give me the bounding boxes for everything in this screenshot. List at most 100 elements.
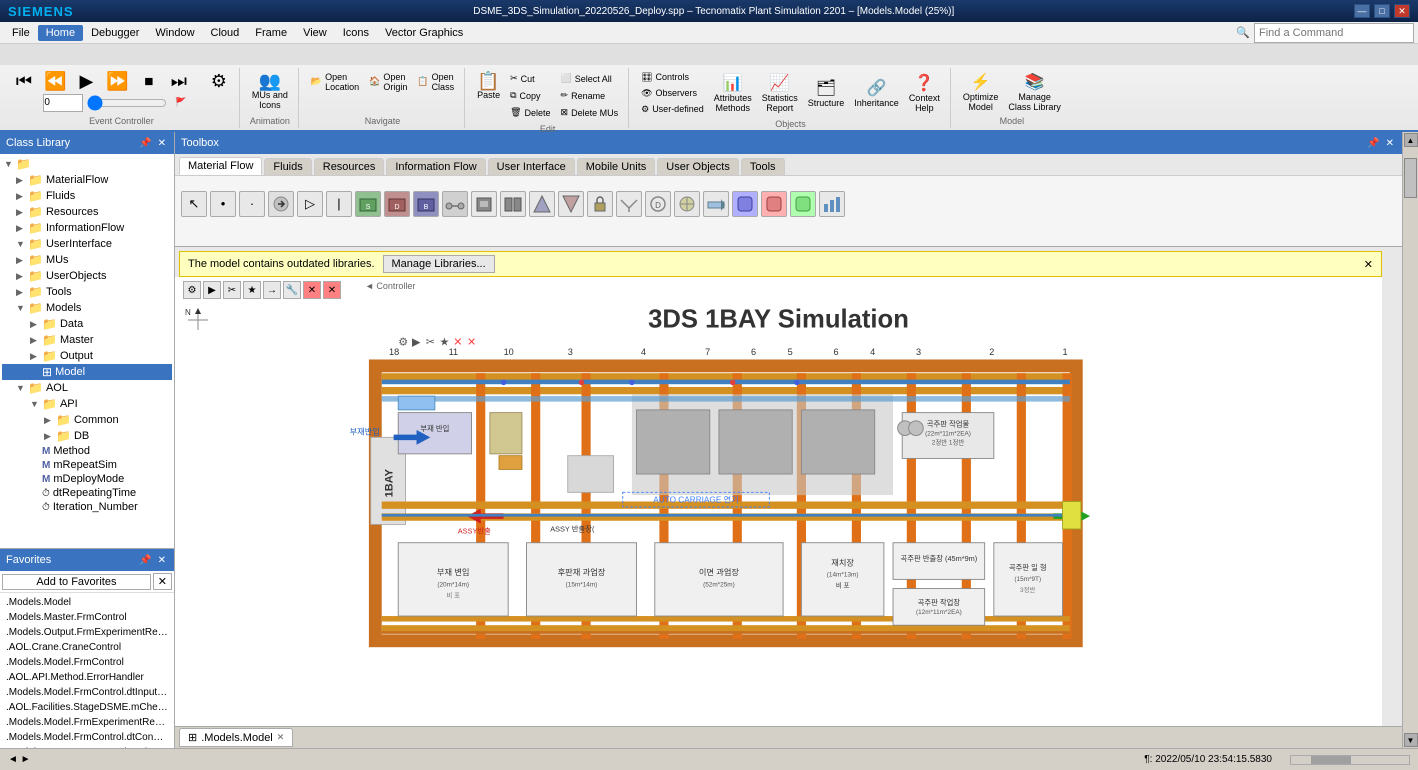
tree-fluids[interactable]: ▶ 📁 Fluids <box>2 188 172 204</box>
btn-controls[interactable]: 🎛Controls <box>637 70 708 85</box>
btn-context-help[interactable]: ❓ Context Help <box>905 71 944 115</box>
scroll-up-btn[interactable]: ▲ <box>1404 133 1418 147</box>
favorite-item-0[interactable]: .Models.Model <box>2 595 172 610</box>
tool-transfer[interactable] <box>703 191 729 217</box>
btn-open-origin[interactable]: 🏠OpenOrigin <box>365 70 411 94</box>
btn-step[interactable]: ⏭ <box>165 70 193 92</box>
mini-btn-settings[interactable]: ⚙ <box>183 281 201 299</box>
tool-custom1[interactable] <box>732 191 758 217</box>
btn-delete-mus[interactable]: ⊠Delete MUs <box>557 105 623 120</box>
favorite-item-10[interactable]: .Models.Master.FrmControl.mCheckAnd... <box>2 745 172 748</box>
tree-materialflow[interactable]: ▶ 📁 MaterialFlow <box>2 172 172 188</box>
favorite-item-6[interactable]: .Models.Model.FrmControl.dtInputPara... <box>2 685 172 700</box>
warning-close-btn[interactable]: ✕ <box>1364 258 1373 271</box>
tree-mdeploymode[interactable]: M mDeployMode <box>2 472 172 486</box>
favorites-pin-btn[interactable]: 📌 <box>137 555 153 566</box>
tool-lock[interactable] <box>587 191 613 217</box>
mini-btn-tools[interactable]: 🔧 <box>283 281 301 299</box>
tree-root[interactable]: ▼ 📁 <box>2 156 172 172</box>
menu-home[interactable]: Home <box>38 25 83 41</box>
tree-mrepeatsim[interactable]: M mRepeatSim <box>2 458 172 472</box>
mini-btn-x2[interactable]: ✕ <box>323 281 341 299</box>
btn-copy[interactable]: ⧉Copy <box>506 88 554 103</box>
btn-rewind[interactable]: ⏮ <box>10 70 38 92</box>
btn-user-defined[interactable]: ⚙User-defined <box>637 102 708 117</box>
tree-models[interactable]: ▼ 📁 Models <box>2 300 172 316</box>
tree-common[interactable]: ▶ 📁 Common <box>2 412 172 428</box>
tree-iteration-number[interactable]: ⏱ Iteration_Number <box>2 500 172 514</box>
tree-resources[interactable]: ▶ 📁 Resources <box>2 204 172 220</box>
panel-pin-btn[interactable]: 📌 <box>137 138 153 149</box>
scroll-down-btn[interactable]: ▼ <box>1404 733 1418 747</box>
canvas-area[interactable]: The model contains outdated libraries. M… <box>175 247 1402 748</box>
menu-vector-graphics[interactable]: Vector Graphics <box>377 25 471 41</box>
tool-drain[interactable]: D <box>384 191 410 217</box>
tree-dtrepeatingtime[interactable]: ⏱ dtRepeatingTime <box>2 486 172 500</box>
add-to-favorites-button[interactable]: Add to Favorites <box>2 574 151 590</box>
tree-model[interactable]: ⊞ Model <box>2 364 172 380</box>
toolbox-tab-information-flow[interactable]: Information Flow <box>386 158 485 175</box>
tool-machine[interactable] <box>471 191 497 217</box>
btn-inheritance[interactable]: 🔗 Inheritance <box>850 76 903 110</box>
btn-attributes-methods[interactable]: 📊 Attributes Methods <box>710 71 756 115</box>
tool-arrow-right[interactable]: ▷ <box>297 191 323 217</box>
btn-observers[interactable]: 👁Observers <box>637 86 708 101</box>
tree-output[interactable]: ▶ 📁 Output <box>2 348 172 364</box>
menu-cloud[interactable]: Cloud <box>203 25 248 41</box>
mini-btn-x1[interactable]: ✕ <box>303 281 321 299</box>
btn-more[interactable]: ⚙ <box>205 70 233 92</box>
btn-manage-class-library[interactable]: 📚 Manage Class Library <box>1004 70 1065 114</box>
toolbox-tab-user-interface[interactable]: User Interface <box>488 158 575 175</box>
minimize-btn[interactable]: — <box>1354 4 1370 18</box>
mini-btn-scissors[interactable]: ✂ <box>223 281 241 299</box>
search-input[interactable] <box>1254 23 1414 43</box>
tree-master[interactable]: ▶ 📁 Master <box>2 332 172 348</box>
manage-libraries-button[interactable]: Manage Libraries... <box>383 255 495 273</box>
menu-frame[interactable]: Frame <box>247 25 295 41</box>
tool-circle-arrow[interactable] <box>268 191 294 217</box>
toolbox-tab-user-objects[interactable]: User Objects <box>657 158 739 175</box>
toolbox-close-btn[interactable]: ✕ <box>1384 138 1396 149</box>
tool-dispatcher[interactable]: D <box>645 191 671 217</box>
right-scrollbar[interactable]: ▲ ▼ <box>1402 132 1418 748</box>
favorites-remove-btn[interactable]: ✕ <box>153 573 172 590</box>
favorite-item-7[interactable]: .AOL.Facilities.StageDSME.mCheckCapa... <box>2 700 172 715</box>
mini-btn-play[interactable]: ▶ <box>203 281 221 299</box>
btn-open-class[interactable]: 📋OpenClass <box>413 70 458 94</box>
tree-tools[interactable]: ▶ 📁 Tools <box>2 284 172 300</box>
horizontal-scrollbar[interactable] <box>1290 755 1410 765</box>
tool-dot[interactable]: · <box>239 191 265 217</box>
toolbox-tab-material-flow[interactable]: Material Flow <box>179 157 262 175</box>
menu-window[interactable]: Window <box>147 25 202 41</box>
canvas-tab-models-model[interactable]: ⊞ .Models.Model ✕ <box>179 728 293 747</box>
btn-play[interactable]: ▶ <box>72 70 100 92</box>
panel-close-btn[interactable]: ✕ <box>156 138 168 149</box>
btn-statistics-report[interactable]: 📈 Statistics Report <box>758 71 802 115</box>
favorites-close-btn[interactable]: ✕ <box>156 555 168 566</box>
tool-custom2[interactable] <box>761 191 787 217</box>
favorite-item-8[interactable]: .Models.Model.FrmExperimentResult.dt... <box>2 715 172 730</box>
toolbox-tab-mobile-units[interactable]: Mobile Units <box>577 158 656 175</box>
tool-pointer[interactable]: • <box>210 191 236 217</box>
tree-method[interactable]: M Method <box>2 444 172 458</box>
toolbox-tab-resources[interactable]: Resources <box>314 158 385 175</box>
tool-disassembler[interactable] <box>558 191 584 217</box>
tree-informationflow[interactable]: ▶ 📁 InformationFlow <box>2 220 172 236</box>
speed-slider[interactable] <box>87 95 167 111</box>
favorite-item-2[interactable]: .Models.Output.FrmExperimentResult <box>2 625 172 640</box>
tool-buffer[interactable]: B <box>413 191 439 217</box>
tool-select[interactable]: ↖ <box>181 191 207 217</box>
btn-mus-icons[interactable]: 👥 MUs and Icons <box>248 70 292 114</box>
tree-userinterface[interactable]: ▼ 📁 UserInterface <box>2 236 172 252</box>
favorite-item-1[interactable]: .Models.Master.FrmControl <box>2 610 172 625</box>
menu-view[interactable]: View <box>295 25 335 41</box>
simulation-canvas[interactable]: 3DS 1BAY Simulation 18 11 10 3 4 7 6 5 6… <box>175 277 1382 726</box>
tree-userobjects[interactable]: ▶ 📁 UserObjects <box>2 268 172 284</box>
tree-aol[interactable]: ▼ 📁 AOL <box>2 380 172 396</box>
menu-file[interactable]: File <box>4 25 38 41</box>
mini-btn-star[interactable]: ★ <box>243 281 261 299</box>
toolbox-tab-tools[interactable]: Tools <box>741 158 785 175</box>
canvas-tab-close-btn[interactable]: ✕ <box>277 732 285 743</box>
favorite-item-4[interactable]: .Models.Model.FrmControl <box>2 655 172 670</box>
tool-line[interactable]: | <box>326 191 352 217</box>
